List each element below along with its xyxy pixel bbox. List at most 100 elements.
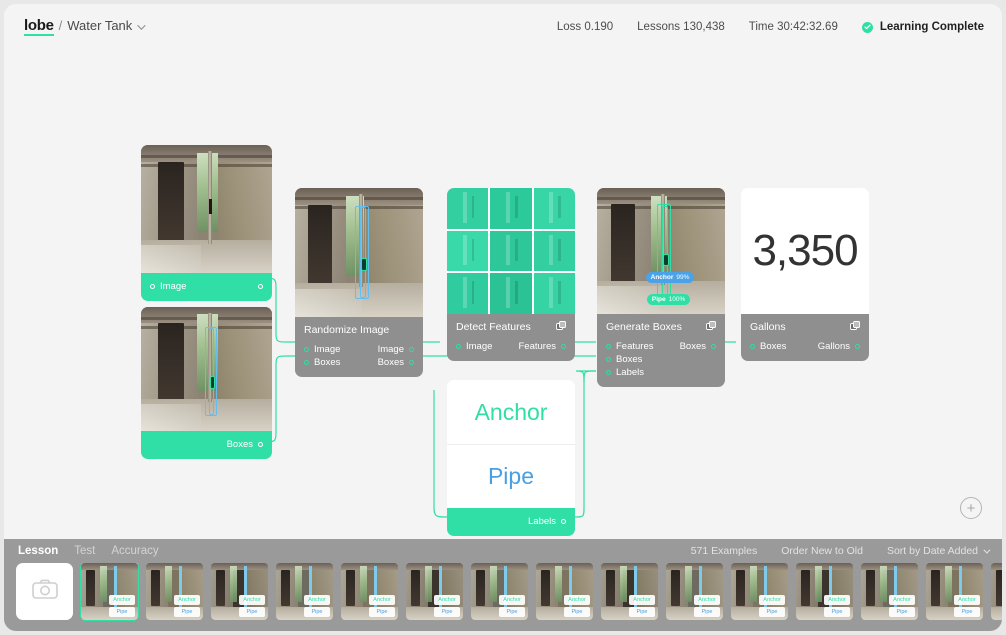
port-out-image[interactable]: Image — [150, 281, 186, 293]
chip-anchor: Anchor — [759, 595, 785, 605]
port-in-image[interactable]: Image — [304, 344, 340, 356]
thumbnail-item[interactable]: AnchorPipe — [471, 563, 528, 620]
examples-bar-header: Lesson Test Accuracy 571 Examples Order … — [4, 539, 1002, 563]
thumbnail-chips: Anchor Pipe — [109, 595, 135, 617]
port-dot-icon — [304, 347, 309, 352]
thumbnail-item[interactable]: AnchorPipe — [861, 563, 918, 620]
thumbnail-item[interactable]: AnchorPipe — [666, 563, 723, 620]
port-dot-icon — [855, 344, 860, 349]
examples-tabs: Lesson Test Accuracy — [18, 545, 159, 557]
gallons-value: 3,350 — [752, 226, 857, 276]
port-dot-icon-right[interactable] — [258, 284, 263, 289]
node-title-text: Generate Boxes — [606, 321, 682, 333]
chip-pipe: Pipe — [109, 607, 135, 617]
node-boxes-source[interactable]: Boxes — [141, 307, 272, 459]
node-value-display: 3,350 — [741, 188, 869, 314]
layers-icon[interactable] — [556, 321, 566, 333]
node-labels[interactable]: Anchor Pipe Labels — [447, 380, 575, 536]
thumbnail-item[interactable]: AnchorPipe — [536, 563, 593, 620]
graph-canvas[interactable]: Image — [4, 50, 1002, 539]
node-footer: Randomize Image Image Image Boxes — [295, 317, 423, 377]
node-detect-features[interactable]: Detect Features Image Features — [447, 188, 575, 361]
thumbnail-item[interactable]: AnchorPipe — [211, 563, 268, 620]
tab-test[interactable]: Test — [74, 545, 95, 557]
port-dot-icon — [750, 344, 755, 349]
port-in-features[interactable]: Features — [606, 341, 654, 353]
port-out-labels[interactable]: Labels — [528, 516, 566, 528]
port-out-boxes[interactable]: Boxes — [227, 439, 263, 451]
port-out-boxes[interactable]: Boxes — [378, 357, 414, 369]
stat-time: Time 30:42:32.69 — [749, 21, 838, 33]
chip-pipe: Pipe — [499, 607, 525, 617]
chip-anchor: Anchor — [109, 595, 135, 605]
layers-icon[interactable] — [706, 321, 716, 333]
label-class-pipe[interactable]: Pipe — [447, 444, 575, 508]
thumbnail-item[interactable]: AnchorPipe — [796, 563, 853, 620]
port-in-image[interactable]: Image — [456, 341, 492, 353]
chevron-down-icon — [983, 546, 990, 553]
thumbnail-item[interactable]: AnchorPipe — [731, 563, 788, 620]
node-gallons[interactable]: 3,350 Gallons Boxes — [741, 188, 869, 361]
order-control[interactable]: Order New to Old — [781, 545, 863, 557]
chip-anchor: Anchor — [239, 595, 265, 605]
port-label: Boxes — [378, 357, 404, 369]
port-in-labels[interactable]: Labels — [606, 367, 644, 379]
port-out-image[interactable]: Image — [378, 344, 414, 356]
chip-anchor: Anchor — [694, 595, 720, 605]
port-dot-icon — [561, 344, 566, 349]
node-image-source[interactable]: Image — [141, 145, 272, 301]
port-out-boxes[interactable]: Boxes — [680, 341, 716, 353]
port-dot-icon — [304, 360, 309, 365]
port-label: Labels — [616, 367, 644, 379]
port-dot-icon — [606, 370, 611, 375]
port-label: Boxes — [616, 354, 642, 366]
port-label: Boxes — [760, 341, 786, 353]
layers-icon[interactable] — [850, 321, 860, 333]
port-label: Boxes — [680, 341, 706, 353]
add-node-button[interactable]: + — [960, 497, 982, 519]
port-out-gallons[interactable]: Gallons — [818, 341, 860, 353]
port-in-boxes[interactable]: Boxes — [304, 357, 340, 369]
thumbnail-item[interactable]: Anchor Pipe — [81, 563, 138, 620]
tab-lesson[interactable]: Lesson — [18, 545, 58, 557]
chip-pipe: Pipe — [369, 607, 395, 617]
port-out-features[interactable]: Features — [519, 341, 567, 353]
thumbnail-item[interactable]: Anchor Pipe — [601, 563, 658, 620]
chip-anchor: Anchor — [889, 595, 915, 605]
sort-control[interactable]: Sort by Date Added — [887, 545, 988, 557]
port-in-boxes[interactable]: Boxes — [606, 354, 642, 366]
chip-anchor: Anchor — [304, 595, 330, 605]
project-name[interactable]: Water Tank — [67, 18, 132, 33]
node-footer: Labels — [447, 508, 575, 536]
thumbnail-chips: Anchor Pipe — [629, 595, 655, 617]
thumbnail-item[interactable]: AnchorPipe — [991, 563, 1002, 620]
port-in-boxes[interactable]: Boxes — [750, 341, 786, 353]
thumbnail-chips: AnchorPipe — [369, 595, 395, 617]
thumbnail-chips: AnchorPipe — [694, 595, 720, 617]
thumbnail-strip[interactable]: Anchor Pipe Anchor Pipe Anchor Pipe Anchor Pipe… — [4, 563, 1002, 631]
thumbnail-item[interactable]: Anchor Pipe — [146, 563, 203, 620]
thumbnail-item[interactable]: AnchorPipe — [276, 563, 333, 620]
port-dot-icon — [606, 344, 611, 349]
port-dot-icon — [409, 347, 414, 352]
chip-anchor: Anchor — [629, 595, 655, 605]
thumbnail-item[interactable]: AnchorPipe — [406, 563, 463, 620]
lobe-logo[interactable]: lobe — [24, 19, 54, 36]
port-dot-icon — [258, 442, 263, 447]
thumbnail-item[interactable]: Anchor Pipe — [926, 563, 983, 620]
label-class-anchor[interactable]: Anchor — [447, 380, 575, 444]
thumbnail-item[interactable]: AnchorPipe — [341, 563, 398, 620]
chip-pipe: Pipe — [174, 607, 200, 617]
node-generate-boxes[interactable]: Anchor 99% Pipe 100% Generate Boxes — [597, 188, 725, 387]
port-label: Image — [314, 344, 340, 356]
chip-pipe: Pipe — [954, 607, 980, 617]
chip-anchor: Anchor — [174, 595, 200, 605]
chip-anchor: Anchor — [954, 595, 980, 605]
node-randomize-image[interactable]: Randomize Image Image Image Boxes — [295, 188, 423, 377]
tab-accuracy[interactable]: Accuracy — [111, 545, 158, 557]
chip-pipe: Pipe — [629, 607, 655, 617]
node-preview — [295, 188, 423, 317]
capture-tile[interactable] — [16, 563, 73, 620]
camera-icon — [32, 579, 58, 604]
chevron-down-icon[interactable] — [137, 21, 145, 29]
